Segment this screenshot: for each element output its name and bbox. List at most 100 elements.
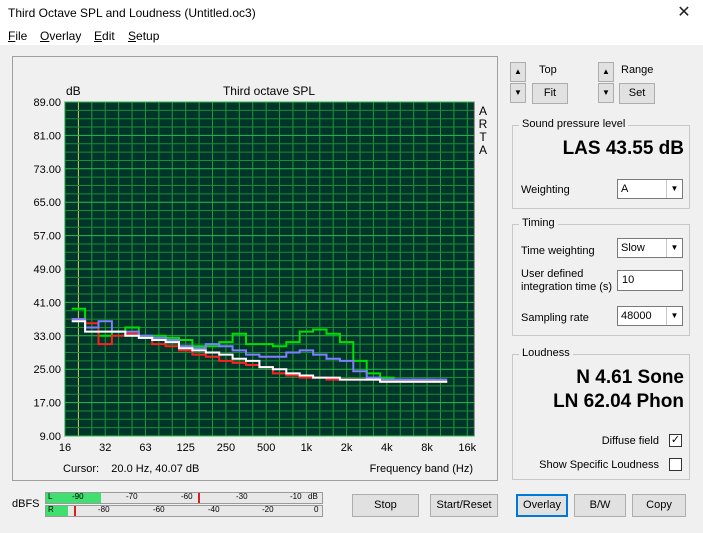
y-tick-label: 9.00 — [40, 431, 61, 443]
overlay-button[interactable]: Overlay — [516, 494, 568, 517]
meter-tick: -80 — [98, 505, 110, 514]
sampling-rate-label: Sampling rate — [521, 312, 589, 324]
y-tick-label: 17.00 — [33, 398, 61, 410]
chevron-down-icon: ▼ — [666, 239, 682, 257]
loudness-group-title: Loudness — [519, 347, 573, 359]
diffuse-field-label: Diffuse field — [601, 435, 659, 447]
check-icon: ✓ — [670, 434, 681, 446]
meter-tick: -40 — [208, 505, 220, 514]
chart-title: Third octave SPL — [223, 84, 315, 98]
y-tick-label: 89.00 — [33, 97, 61, 109]
meter-tick: -20 — [262, 505, 274, 514]
loudness-phon: LN 62.04 Phon — [553, 391, 684, 412]
menu-file[interactable]: File — [8, 29, 27, 43]
stop-button[interactable]: Stop — [352, 494, 419, 517]
weighting-label: Weighting — [521, 184, 570, 196]
spl-group-title: Sound pressure level — [519, 118, 629, 130]
loudness-sone: N 4.61 Sone — [576, 367, 684, 388]
fit-button[interactable]: Fit — [532, 83, 568, 104]
x-tick-label: 4k — [381, 442, 393, 454]
specific-loudness-checkbox[interactable] — [669, 458, 682, 471]
timing-group: Timing Time weighting Slow ▼ User define… — [512, 217, 690, 336]
set-button[interactable]: Set — [619, 83, 655, 104]
window-title: Third Octave SPL and Loudness (Untitled.… — [8, 6, 256, 20]
meter-tick: 0 — [314, 505, 319, 514]
menu-overlay[interactable]: Overlay — [40, 29, 81, 43]
integration-time-input[interactable]: 10 — [617, 270, 683, 291]
range-up-button[interactable]: ▲ — [598, 62, 614, 82]
y-tick-label: 81.00 — [33, 130, 61, 142]
y-tick-label: 65.00 — [33, 197, 61, 209]
time-weighting-select[interactable]: Slow ▼ — [617, 238, 683, 258]
chart-panel: dB Third octave SPL A R T A 89.00 81.00 73… — [12, 56, 498, 481]
diffuse-field-checkbox[interactable]: ✓ — [669, 434, 682, 447]
y-tick-label: 41.00 — [33, 297, 61, 309]
y-tick-label: 25.00 — [33, 364, 61, 376]
x-axis-label: Frequency band (Hz) — [370, 463, 473, 475]
top-down-button[interactable]: ▼ — [510, 83, 526, 103]
copy-button[interactable]: Copy — [632, 494, 686, 517]
arrow-down-icon: ▼ — [514, 88, 522, 97]
y-tick-label: 33.00 — [33, 331, 61, 343]
x-tick-label: 2k — [341, 442, 353, 454]
arta-letter: T — [479, 130, 487, 144]
specific-loudness-label: Show Specific Loudness — [539, 459, 659, 471]
range-label: Range — [621, 64, 654, 76]
meter-tick: -60 — [181, 492, 193, 501]
weighting-select[interactable]: A ▼ — [617, 179, 683, 199]
range-down-button[interactable]: ▼ — [598, 83, 614, 103]
arrow-up-icon: ▲ — [602, 67, 610, 76]
timing-group-title: Timing — [519, 217, 558, 229]
unit-label: dB — [66, 84, 81, 98]
x-tick-label: 16k — [458, 442, 476, 454]
time-weighting-label: Time weighting — [521, 245, 595, 257]
meter-left-channel: L -90 -70 -60 -30 -10 dB — [45, 492, 323, 504]
top-up-button[interactable]: ▲ — [510, 62, 526, 82]
chevron-down-icon: ▼ — [666, 307, 682, 325]
meter-label: dBFS — [12, 498, 40, 510]
meter-l-label: L — [48, 492, 53, 501]
meter-tick: -10 — [290, 492, 302, 501]
menu-setup[interactable]: Setup — [128, 29, 159, 43]
top-label: Top — [539, 64, 557, 76]
sampling-rate-select[interactable]: 48000 ▼ — [617, 306, 683, 326]
arta-letter: A — [479, 104, 487, 118]
x-tick-label: 500 — [257, 442, 275, 454]
integration-label-line2: integration time (s) — [521, 281, 613, 293]
y-tick-label: 73.00 — [33, 164, 61, 176]
x-tick-label: 32 — [99, 442, 111, 454]
meter-tick: -30 — [236, 492, 248, 501]
meter-left-peak — [198, 493, 200, 503]
loudness-group: Loudness N 4.61 Sone LN 62.04 Phon Diffu… — [512, 347, 690, 480]
arrow-down-icon: ▼ — [602, 88, 610, 97]
meter-tick: dB — [308, 492, 318, 501]
x-tick-label: 8k — [421, 442, 433, 454]
close-icon: ✕ — [677, 4, 691, 21]
meter-right-channel: R -80 -60 -40 -20 0 — [45, 505, 323, 517]
y-tick-label: 57.00 — [33, 231, 61, 243]
integration-label-line1: User defined — [521, 268, 584, 280]
cursor-readout: Cursor: 20.0 Hz, 40.07 dB — [63, 463, 199, 475]
start-reset-button[interactable]: Start/Reset — [430, 494, 498, 517]
meter-tick: -90 — [72, 492, 84, 501]
meter-r-label: R — [48, 505, 54, 514]
meter-right-peak — [74, 506, 76, 516]
title-bar: Third Octave SPL and Loudness (Untitled.… — [0, 0, 703, 27]
meter-tick: -60 — [153, 505, 165, 514]
x-tick-label: 1k — [301, 442, 313, 454]
close-button[interactable]: ✕ — [673, 2, 695, 24]
spl-chart[interactable]: dB Third octave SPL A R T A 89.00 81.00 73… — [13, 57, 497, 480]
spl-value: LAS 43.55 dB — [562, 138, 684, 159]
x-tick-label: 16 — [59, 442, 71, 454]
menu-bar: File Overlay Edit Setup — [0, 27, 703, 46]
spl-group: Sound pressure level LAS 43.55 dB Weight… — [512, 118, 690, 209]
menu-edit[interactable]: Edit — [94, 29, 115, 43]
x-tick-label: 125 — [177, 442, 195, 454]
x-tick-label: 63 — [139, 442, 151, 454]
chevron-down-icon: ▼ — [666, 180, 682, 198]
bw-button[interactable]: B/W — [574, 494, 626, 517]
meter-tick: -70 — [126, 492, 138, 501]
arta-letter: R — [479, 117, 488, 131]
y-tick-label: 49.00 — [33, 264, 61, 276]
arrow-up-icon: ▲ — [514, 67, 522, 76]
